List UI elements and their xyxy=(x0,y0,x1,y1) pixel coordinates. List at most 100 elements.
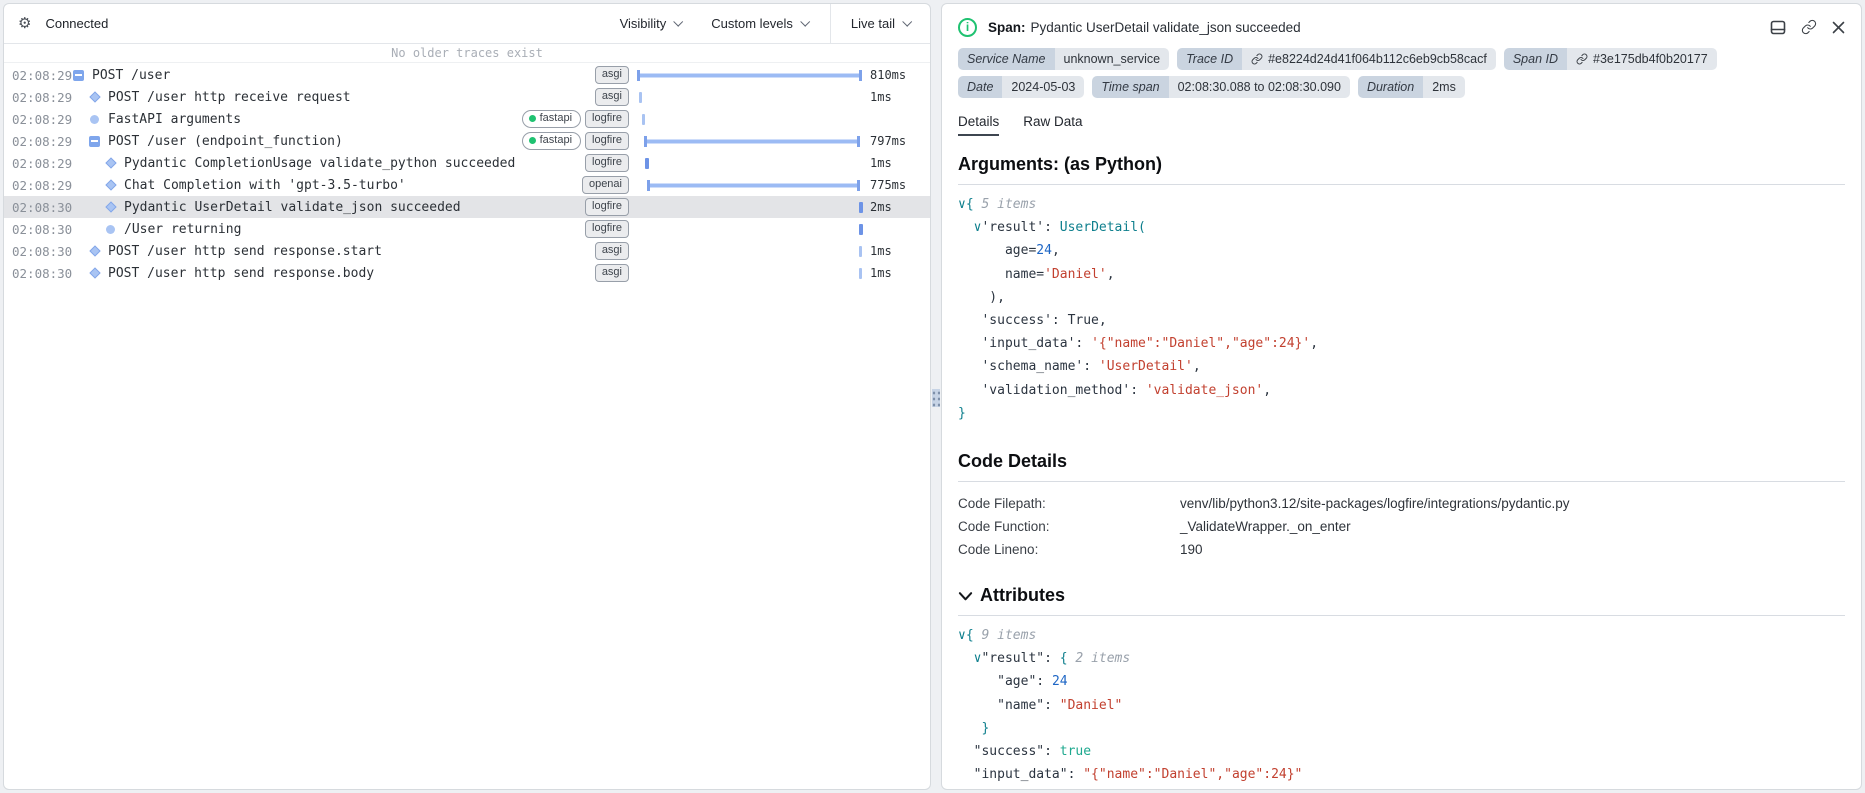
badge-value: 2024-05-03 xyxy=(1002,76,1085,98)
live-tail-dropdown[interactable]: Live tail xyxy=(831,4,930,43)
code-details-rows: Code Filepath: venv/lib/python3.12/site-p… xyxy=(958,492,1845,561)
trace-row[interactable]: 02:08:29 POST /user http receive request a… xyxy=(4,86,930,108)
trace-row[interactable]: 02:08:30 POST /user http send response.bo… xyxy=(4,262,930,284)
link-icon xyxy=(1576,53,1588,65)
span-diamond-icon xyxy=(102,157,119,169)
duration-bar-area xyxy=(637,222,863,237)
no-older-traces-notice: No older traces exist xyxy=(4,44,930,63)
badge-value[interactable]: #e8224d24d41f064b112c6eb9cb58cacf xyxy=(1242,48,1496,70)
duration-bar-area xyxy=(637,134,862,149)
duration-bar xyxy=(643,135,860,147)
visibility-dropdown[interactable]: Visibility xyxy=(620,16,684,31)
close-icon[interactable] xyxy=(1832,21,1845,34)
info-icon xyxy=(958,17,977,37)
trace-list: 02:08:29 POST /user asgi 810ms 02:08:29 POST … xyxy=(4,63,930,284)
tag-pill-fastapi[interactable]: fastapi xyxy=(521,132,582,150)
code-line: age=24, xyxy=(958,243,1060,259)
code-line: 'input_data': '{"name":"Daniel","age":24… xyxy=(958,336,1319,352)
tag-list: openai xyxy=(581,176,629,194)
badge-value[interactable]: #3e175db4f0b20177 xyxy=(1567,48,1717,70)
live-tail-label: Live tail xyxy=(850,16,895,31)
span-title: Span: Pydantic UserDetail validate_json s… xyxy=(988,20,1301,35)
tag-pill-fastapi[interactable]: fastapi xyxy=(521,110,582,128)
tab-details[interactable]: Details xyxy=(958,114,1000,136)
trace-label: FastAPI arguments xyxy=(108,111,242,127)
tag-pill-asgi[interactable]: asgi xyxy=(594,264,629,282)
link-icon xyxy=(1251,53,1263,65)
trace-row[interactable]: 02:08:30 Pydantic UserDetail validate_jso… xyxy=(4,196,930,218)
span-diamond-icon xyxy=(86,245,103,257)
trace-label: Pydantic UserDetail validate_json succee… xyxy=(124,199,461,215)
section-divider xyxy=(958,615,1845,617)
code-line: 'schema_name': 'UserDetail', xyxy=(958,359,1201,375)
badge-value: unknown_service xyxy=(1054,48,1170,70)
attributes-section-toggle[interactable]: Attributes xyxy=(958,585,1845,606)
code-detail-label: Code Function: xyxy=(958,519,1050,535)
toggle-panel-layout-icon[interactable] xyxy=(1770,20,1786,35)
tag-pill-logfire[interactable]: logfire xyxy=(585,198,629,216)
code-detail-label: Code Lineno: xyxy=(958,542,1039,558)
chevron-down-icon xyxy=(800,16,811,27)
duration-label: 1ms xyxy=(870,90,892,104)
trace-timestamp: 02:08:29 xyxy=(12,67,73,83)
duration-bar xyxy=(647,179,860,191)
copy-link-icon[interactable] xyxy=(1801,19,1817,35)
tag-pill-openai[interactable]: openai xyxy=(581,176,629,194)
tag-pill-asgi[interactable]: asgi xyxy=(594,242,629,260)
trace-timestamp: 02:08:30 xyxy=(12,265,73,281)
panel-actions xyxy=(1770,19,1845,35)
attributes-code-block: ∨{ 9 items ∨"result": { 2 items "age": 2… xyxy=(958,624,1845,789)
duration-label: 2ms xyxy=(870,200,892,214)
collapse-caret-icon[interactable]: ∨ xyxy=(958,197,966,212)
arguments-heading: Arguments: (as Python) xyxy=(958,154,1163,174)
code-detail-label: Code Filepath: xyxy=(958,496,1046,512)
badge-label: Trace ID xyxy=(1177,48,1243,70)
tag-list: fastapi logfire xyxy=(521,132,629,150)
code-line: 'validation_method': 'validate_json', xyxy=(958,382,1272,398)
tag-pill-asgi[interactable]: asgi xyxy=(594,88,629,106)
badge-value: 2ms xyxy=(1423,76,1465,98)
collapse-toggle-icon[interactable] xyxy=(70,69,87,81)
trace-label: POST /user (endpoint_function) xyxy=(108,133,343,149)
code-detail-row: Code Lineno: 190 xyxy=(958,538,1845,561)
trace-row[interactable]: 02:08:29 FastAPI arguments fastapi logfire xyxy=(4,108,930,130)
trace-row[interactable]: 02:08:29 POST /user asgi 810ms xyxy=(4,64,930,86)
trace-panel: ⚙ Connected Visibility Custom levels Liv… xyxy=(3,3,931,790)
tag-pill-logfire[interactable]: logfire xyxy=(585,132,629,150)
badge-label: Duration xyxy=(1357,76,1424,98)
trace-row[interactable]: 02:08:29 POST /user (endpoint_function) fa… xyxy=(4,130,930,152)
trace-row[interactable]: 02:08:29 Pydantic CompletionUsage validat… xyxy=(4,152,930,174)
collapse-caret-icon[interactable]: ∨ xyxy=(958,628,966,643)
badge-value: 02:08:30.088 to 02:08:30.090 xyxy=(1168,76,1350,98)
collapse-toggle-icon[interactable] xyxy=(86,135,103,147)
tag-pill-logfire[interactable]: logfire xyxy=(585,220,629,238)
trace-row[interactable]: 02:08:30/User returning logfire xyxy=(4,218,930,240)
trace-timestamp: 02:08:29 xyxy=(12,177,73,193)
tag-pill-logfire[interactable]: logfire xyxy=(585,110,629,128)
duration-bar-area xyxy=(637,266,862,281)
duration-bar xyxy=(637,69,862,81)
duration-bar-area xyxy=(637,90,862,105)
duration-tick xyxy=(641,113,645,125)
code-line: "success": true xyxy=(958,744,1092,760)
trace-row[interactable]: 02:08:29 Chat Completion with 'gpt-3.5-tu… xyxy=(4,174,930,196)
trace-timestamp: 02:08:30 xyxy=(12,199,73,215)
app: ⚙ Connected Visibility Custom levels Liv… xyxy=(0,0,1865,793)
gear-icon[interactable]: ⚙ xyxy=(18,16,31,31)
code-line: ∨'result': UserDetail( xyxy=(973,220,1146,236)
panel-splitter xyxy=(931,3,941,790)
trace-timestamp: 02:08:30 xyxy=(12,243,73,259)
tag-pill-asgi[interactable]: asgi xyxy=(594,66,629,84)
section-divider xyxy=(958,184,1845,185)
trace-row[interactable]: 02:08:30 POST /user http send response.st… xyxy=(4,240,930,262)
badge-duration: Duration 2ms xyxy=(1357,76,1465,98)
tab-raw-data[interactable]: Raw Data xyxy=(1023,114,1082,136)
panel-resize-handle[interactable] xyxy=(929,385,943,411)
badge-label: Span ID xyxy=(1503,48,1567,70)
tag-pill-logfire[interactable]: logfire xyxy=(585,154,629,172)
code-line: } xyxy=(958,405,966,421)
span-detail-panel: Span:Pydantic UserDetail validate_json s… xyxy=(941,3,1862,790)
code-line: ∨{ 5 items xyxy=(958,197,1037,212)
duration-bar-area xyxy=(637,156,862,171)
custom-levels-dropdown[interactable]: Custom levels xyxy=(711,16,811,31)
